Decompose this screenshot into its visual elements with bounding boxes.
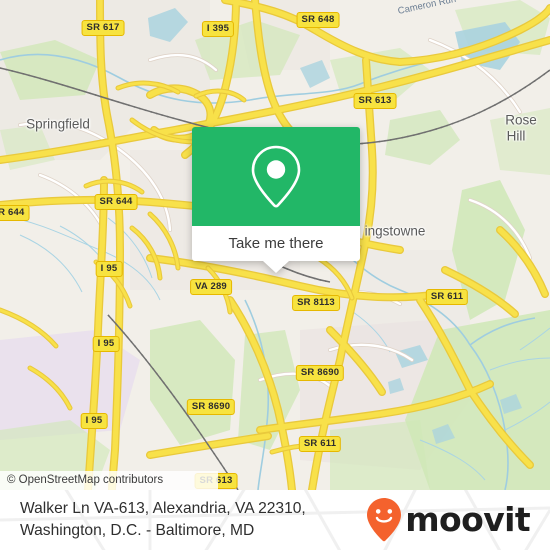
moovit-brand[interactable]: moovit <box>366 497 536 543</box>
road-shield-sr611-a[interactable]: SR 611 <box>425 289 469 305</box>
road-shield-i95-c[interactable]: I 95 <box>80 413 108 429</box>
location-callout-card[interactable]: Take me there <box>192 127 360 273</box>
take-me-there-label: Take me there <box>228 235 324 252</box>
callout-image-area <box>192 127 360 226</box>
place-label-rose: Rose <box>505 112 537 128</box>
map-attribution[interactable]: © OpenStreetMap contributors <box>0 471 218 490</box>
place-label-springfield: Springfield <box>26 116 90 132</box>
place-label-kingstowne: ingstowne <box>364 223 426 239</box>
road-shield-sr611-b[interactable]: SR 611 <box>298 436 342 452</box>
road-shield-i95-b[interactable]: I 95 <box>92 336 120 352</box>
moovit-pin-smiley-icon <box>367 498 402 542</box>
location-address: Walker Ln VA-613, Alexandria, VA 22310, W… <box>20 498 306 542</box>
road-shield-sr644-west[interactable]: SR 644 <box>0 205 30 221</box>
map-pin-icon <box>251 145 301 208</box>
road-shield-sr648[interactable]: SR 648 <box>296 12 340 28</box>
address-line-2: Washington, D.C. - Baltimore, MD <box>20 522 255 539</box>
place-label-hill: Hill <box>506 128 526 144</box>
road-shield-sr617[interactable]: SR 617 <box>81 20 125 36</box>
footer-bar: Walker Ln VA-613, Alexandria, VA 22310, W… <box>0 490 550 550</box>
moovit-wordmark: moovit <box>405 500 530 539</box>
road-shield-sr8690-b[interactable]: SR 8690 <box>186 399 236 415</box>
road-shield-i395[interactable]: I 395 <box>201 21 235 37</box>
address-line-1: Walker Ln VA-613, Alexandria, VA 22310, <box>20 500 306 517</box>
callout-action-area[interactable]: Take me there <box>192 226 360 273</box>
road-shield-sr8690-a[interactable]: SR 8690 <box>295 365 345 381</box>
callout-pointer-tail <box>263 261 289 273</box>
map-canvas[interactable]: .w { fill:#aad3df; } .ws { fill:none; st… <box>0 0 550 490</box>
road-shield-sr613[interactable]: SR 613 <box>353 93 397 109</box>
road-shield-sr8113[interactable]: SR 8113 <box>292 295 340 311</box>
road-shield-sr644[interactable]: SR 644 <box>94 194 138 210</box>
road-shield-i95-a[interactable]: I 95 <box>95 261 123 277</box>
screenshot-root: .w { fill:#aad3df; } .ws { fill:none; st… <box>0 0 550 550</box>
road-shield-va289[interactable]: VA 289 <box>190 279 232 295</box>
